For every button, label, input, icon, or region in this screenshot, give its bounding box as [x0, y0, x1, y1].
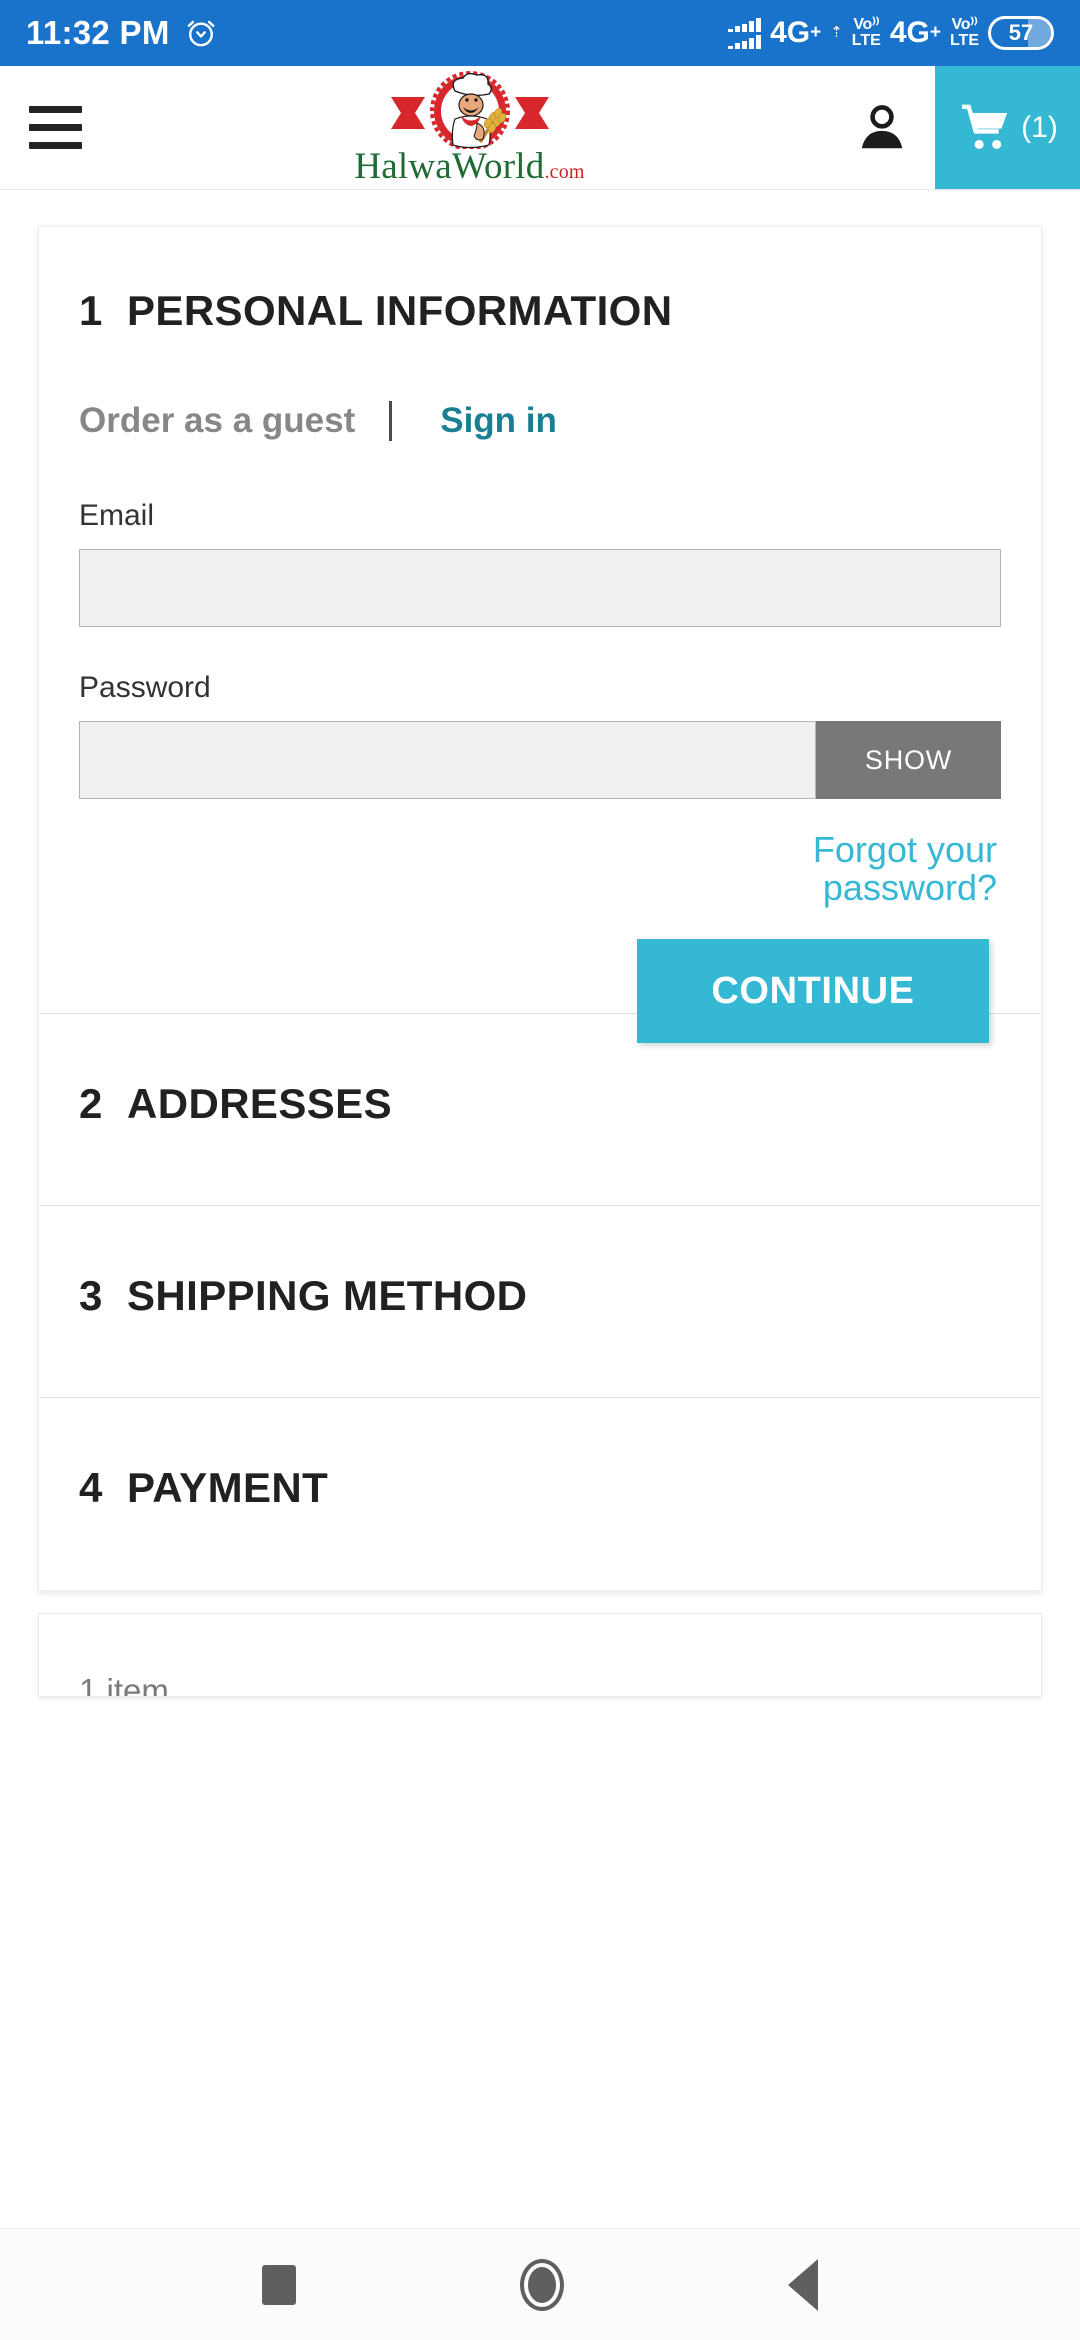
- password-label: Password: [79, 671, 211, 704]
- cart-item-count: (1): [1021, 110, 1058, 144]
- section-header[interactable]: 3 SHIPPING METHOD: [39, 1206, 1041, 1320]
- password-input[interactable]: [79, 721, 816, 799]
- email-field-group: Email: [79, 499, 1001, 627]
- account-button[interactable]: [829, 66, 935, 189]
- forgot-password-link[interactable]: Forgot your password?: [697, 830, 997, 907]
- personal-information-actions: Forgot your password? CONTINUE: [79, 813, 1001, 1043]
- shopping-cart-icon: [962, 104, 1008, 149]
- hamburger-menu-icon[interactable]: [0, 66, 110, 189]
- brand-logo[interactable]: HalwaWorld.com: [110, 66, 829, 189]
- signal-bars-icon: [728, 17, 762, 49]
- order-summary-items-count: 1 item: [79, 1672, 169, 1697]
- page-title: PERSONAL INFORMATION: [127, 287, 673, 334]
- checkout-page: 1 PERSONAL INFORMATION Order as a guest …: [0, 190, 1080, 1697]
- section-number: 1: [79, 287, 103, 334]
- chef-badge-logo-icon: [390, 71, 549, 149]
- section-title: ADDRESSES: [127, 1080, 392, 1127]
- section-title: PAYMENT: [127, 1464, 329, 1511]
- volte-icon-2: Vo⁾⁾ LTE: [949, 15, 979, 49]
- order-summary-card[interactable]: 1 item: [38, 1613, 1042, 1697]
- person-icon: [861, 104, 903, 148]
- android-nav-bar: [0, 2228, 1080, 2340]
- section-number: 3: [79, 1272, 103, 1319]
- circle-home-icon[interactable]: [520, 2258, 564, 2311]
- checkout-card: 1 PERSONAL INFORMATION Order as a guest …: [38, 226, 1042, 1591]
- square-recents-icon[interactable]: [262, 2264, 296, 2305]
- alarm-clock-icon: [187, 20, 215, 47]
- continue-button[interactable]: CONTINUE: [637, 939, 989, 1043]
- status-bar-left: 11:32 PM: [26, 14, 218, 52]
- show-password-button[interactable]: SHOW: [816, 721, 1001, 799]
- network-type-2: 4G +: [889, 16, 941, 49]
- section-personal-information: 1 PERSONAL INFORMATION Order as a guest …: [39, 227, 1041, 1043]
- section-shipping-method[interactable]: 3 SHIPPING METHOD: [39, 1206, 1041, 1398]
- sign-in-tab[interactable]: Sign in: [440, 401, 557, 441]
- section-header[interactable]: 4 PAYMENT: [39, 1398, 1041, 1512]
- status-bar: 11:32 PM 4G + ⇡ Vo⁾⁾ LTE 4G + Vo⁾⁾ LTE 5…: [0, 0, 1080, 66]
- battery-indicator: 57: [988, 16, 1054, 50]
- data-activity-icon: ⇡: [830, 24, 843, 42]
- section-number: 4: [79, 1464, 103, 1511]
- section-title: SHIPPING METHOD: [127, 1272, 528, 1319]
- email-input[interactable]: [79, 549, 1001, 627]
- cart-button[interactable]: (1): [935, 66, 1080, 189]
- section-payment[interactable]: 4 PAYMENT: [39, 1398, 1041, 1590]
- brand-wordmark: HalwaWorld.com: [354, 146, 585, 187]
- triangle-back-icon[interactable]: [788, 2258, 818, 2311]
- password-field-group: Password SHOW: [79, 671, 1001, 799]
- volte-icon-1: Vo⁾⁾ LTE: [851, 15, 881, 49]
- network-type-1: 4G +: [770, 16, 822, 49]
- app-header: HalwaWorld.com (1): [0, 66, 1080, 190]
- tab-divider: [389, 401, 393, 441]
- email-label: Email: [79, 499, 155, 532]
- section-number: 2: [79, 1080, 103, 1127]
- section-header[interactable]: 1 PERSONAL INFORMATION: [39, 227, 1041, 335]
- personal-information-body: Order as a guest Sign in Email Password …: [39, 401, 1041, 1043]
- status-clock: 11:32 PM: [26, 14, 170, 51]
- status-bar-right: 4G + ⇡ Vo⁾⁾ LTE 4G + Vo⁾⁾ LTE 57: [728, 16, 1054, 50]
- auth-mode-row: Order as a guest Sign in: [79, 401, 1001, 441]
- order-as-guest-tab[interactable]: Order as a guest: [79, 401, 355, 441]
